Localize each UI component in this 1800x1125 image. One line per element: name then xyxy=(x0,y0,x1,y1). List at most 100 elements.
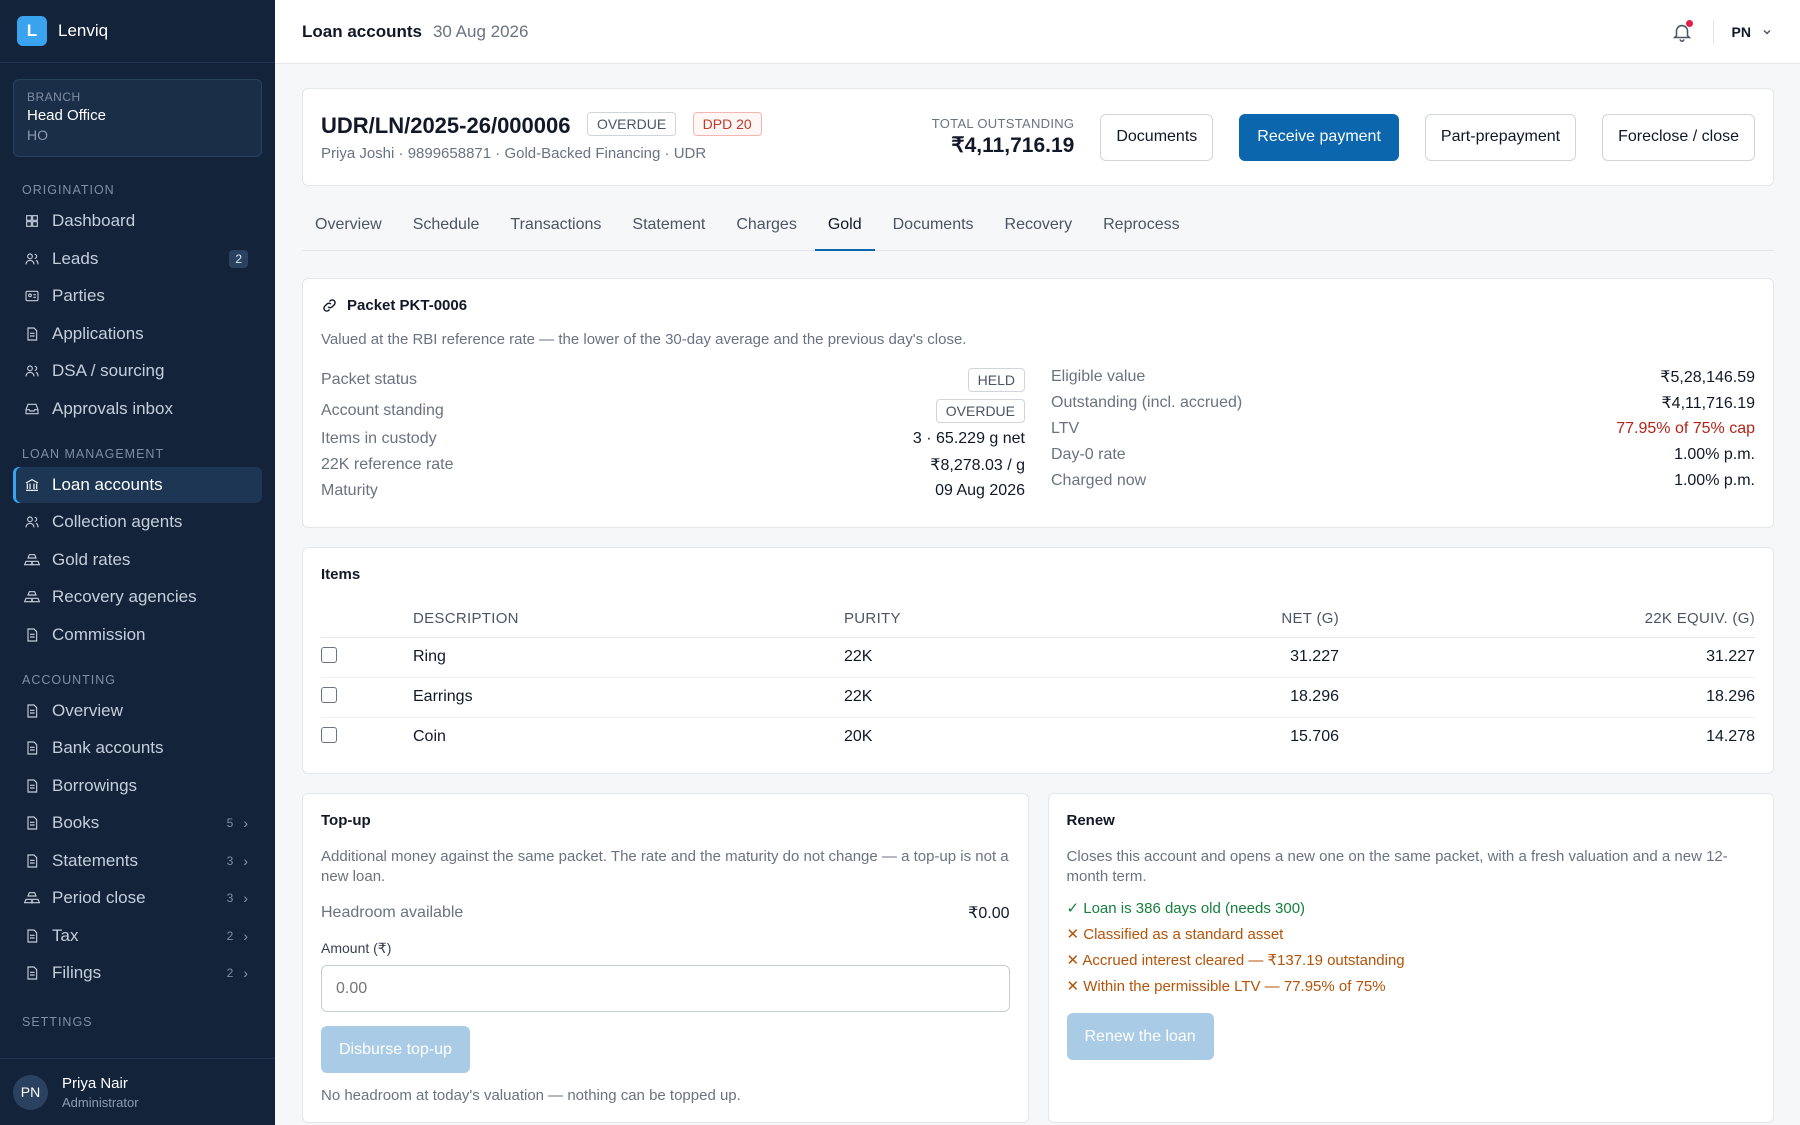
receive-payment-button[interactable]: Receive payment xyxy=(1239,113,1399,161)
gold-icon xyxy=(23,589,41,605)
sidebar-item-borrowings[interactable]: Borrowings xyxy=(13,768,262,804)
item-net: 31.227 xyxy=(1089,637,1339,678)
users-icon xyxy=(24,251,40,267)
renew-title: Renew xyxy=(1066,812,1115,829)
maturity-value: 09 Aug 2026 xyxy=(935,482,1025,499)
ltv-label: LTV xyxy=(1051,420,1080,437)
branch-name: Head Office xyxy=(27,107,106,124)
page-date: 30 Aug 2026 xyxy=(432,21,529,41)
account-subtitle: Priya Joshi · 9899658871 · Gold-Backed F… xyxy=(321,145,707,162)
sidebar-item-books[interactable]: Books 5 › xyxy=(13,805,262,841)
description-header: DESCRIPTION xyxy=(413,601,844,638)
topup-card: Top-up Additional money against the same… xyxy=(302,793,1029,1123)
document-icon xyxy=(24,815,40,831)
renew-checklist: ✓ Loan is 386 days old (needs 300) ✕ Clas… xyxy=(1067,899,1756,999)
sidebar-item-collection-agents[interactable]: Collection agents xyxy=(13,504,262,540)
item-checkbox[interactable] xyxy=(321,686,337,703)
inbox-icon xyxy=(24,401,40,417)
renew-description: Closes this account and opens a new one … xyxy=(1066,848,1728,885)
packet-title-text: Packet PKT-0006 xyxy=(347,297,468,314)
item-checkbox[interactable] xyxy=(321,726,337,743)
packet-description: Valued at the RBI reference rate — the l… xyxy=(321,331,967,348)
tab-recovery[interactable]: Recovery xyxy=(992,209,1086,251)
tab-statement[interactable]: Statement xyxy=(619,209,718,251)
brand[interactable]: L Lenviq xyxy=(0,0,275,63)
tab-transactions[interactable]: Transactions xyxy=(497,209,614,251)
tab-schedule[interactable]: Schedule xyxy=(400,209,493,251)
item-equiv: 31.227 xyxy=(1339,637,1755,678)
total-outstanding-value: ₹4,11,716.19 xyxy=(951,134,1075,157)
sidebar-item-applications[interactable]: Applications xyxy=(13,316,262,352)
avatar: PN xyxy=(13,1074,48,1110)
item-checkbox[interactable] xyxy=(321,646,337,663)
packet-title: Packet PKT-0006 xyxy=(321,297,1755,314)
chevron-right-icon[interactable]: › xyxy=(243,965,248,981)
total-outstanding-label: TOTAL OUTSTANDING xyxy=(931,116,1075,131)
chevron-right-icon[interactable]: › xyxy=(243,853,248,869)
chevron-right-icon[interactable]: › xyxy=(243,815,248,831)
tab-documents[interactable]: Documents xyxy=(880,209,987,251)
tab-gold[interactable]: Gold xyxy=(814,209,875,251)
sidebar-item-recovery-agencies[interactable]: Recovery agencies xyxy=(13,579,262,615)
sidebar-item-dashboard[interactable]: Dashboard xyxy=(13,203,262,239)
disburse-topup-button[interactable]: Disburse top-up xyxy=(321,1026,470,1073)
sidebar-item-commission[interactable]: Commission xyxy=(13,617,262,653)
tab-reprocess[interactable]: Reprocess xyxy=(1090,209,1192,251)
user-profile[interactable]: PN Priya Nair Administrator xyxy=(0,1058,275,1125)
outstanding-label: Outstanding (incl. accrued) xyxy=(1051,394,1243,411)
sidebar-item-approvals-inbox[interactable]: Approvals inbox xyxy=(13,391,262,427)
renew-loan-button[interactable]: Renew the loan xyxy=(1066,1013,1214,1060)
tab-charges[interactable]: Charges xyxy=(723,209,809,251)
chevron-right-icon[interactable]: › xyxy=(243,928,248,944)
id-card-icon xyxy=(24,288,40,304)
total-outstanding: TOTAL OUTSTANDING ₹4,11,716.19 xyxy=(932,116,1075,158)
charged-now-label: Charged now xyxy=(1051,472,1147,489)
sidebar-item-label: Period close xyxy=(52,888,146,907)
sidebar-item-period-close[interactable]: Period close 3 › xyxy=(13,880,262,916)
dashboard-icon xyxy=(24,213,40,229)
sidebar-item-tax[interactable]: Tax 2 › xyxy=(13,918,262,954)
chevron-right-icon[interactable]: › xyxy=(243,890,248,906)
sidebar-item-label: Loan accounts xyxy=(52,474,163,494)
brand-logo: L xyxy=(17,16,47,46)
sidebar-item-label: Tax xyxy=(52,925,79,945)
sidebar-item-label: Borrowings xyxy=(52,775,138,795)
documents-button[interactable]: Documents xyxy=(1100,113,1214,161)
user-role: Administrator xyxy=(62,1094,139,1110)
sidebar-item-leads[interactable]: Leads 2 xyxy=(13,241,262,277)
bank-icon xyxy=(24,477,40,493)
brand-name: Lenviq xyxy=(58,21,109,40)
part-prepayment-button[interactable]: Part-prepayment xyxy=(1424,113,1577,161)
item-description: Coin xyxy=(413,728,446,746)
sidebar-item-dsa-sourcing[interactable]: DSA / sourcing xyxy=(13,353,262,389)
sidebar-item-parties[interactable]: Parties xyxy=(13,278,262,314)
account-tabs: Overview Schedule Transactions Statement Cha… xyxy=(302,209,1774,251)
user-menu-initials[interactable]: PN xyxy=(1732,24,1751,40)
sidebar-item-gold-rates[interactable]: Gold rates xyxy=(13,542,262,578)
sidebar-item-label: Gold rates xyxy=(52,549,131,569)
sidebar-item-filings[interactable]: Filings 2 › xyxy=(13,955,262,991)
foreclose-button[interactable]: Foreclose / close xyxy=(1602,113,1755,161)
branch-code: HO xyxy=(27,127,48,143)
item-purity: 20K xyxy=(844,728,873,746)
items-card: Items DESCRIPTION PURITY NET (G) 22K EQU… xyxy=(302,547,1774,774)
tab-overview[interactable]: Overview xyxy=(302,209,395,251)
account-standing-label: Account standing xyxy=(321,401,444,419)
branch-selector[interactable]: BRANCH Head Office HO xyxy=(13,79,262,157)
maturity-label: Maturity xyxy=(321,482,378,499)
reference-rate-value: ₹8,278.03 / g xyxy=(930,457,1025,474)
sidebar-item-label: Overview xyxy=(52,700,123,720)
sidebar-item-label: Books xyxy=(52,813,100,832)
sidebar-item-overview[interactable]: Overview xyxy=(13,693,262,729)
item-equiv: 14.278 xyxy=(1706,728,1755,746)
chevron-down-icon[interactable] xyxy=(1761,26,1773,38)
sidebar-item-label: Bank accounts xyxy=(52,738,164,757)
item-net: 18.296 xyxy=(1089,677,1339,718)
sidebar-item-statements[interactable]: Statements 3 › xyxy=(13,843,262,879)
sidebar-item-loan-accounts[interactable]: Loan accounts xyxy=(13,466,262,503)
document-icon xyxy=(24,740,40,756)
amount-input[interactable] xyxy=(321,965,1010,1012)
packet-status-label: Packet status xyxy=(321,370,418,388)
notification-bell-icon[interactable] xyxy=(1671,19,1693,43)
sidebar-item-bank-accounts[interactable]: Bank accounts xyxy=(13,730,262,766)
